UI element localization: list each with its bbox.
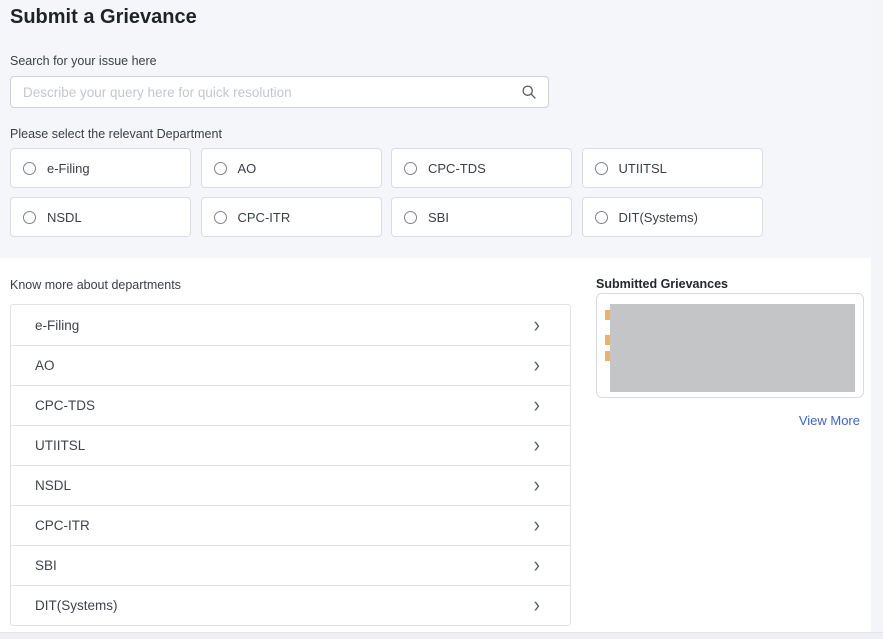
radio-button[interactable]: [23, 211, 36, 224]
chevron-right-icon: ›: [534, 475, 540, 497]
department-option-dit-systems[interactable]: DIT(Systems): [582, 197, 763, 237]
department-info-label: SBI: [35, 558, 57, 573]
department-select-label: Please select the relevant Department: [10, 127, 222, 141]
radio-button[interactable]: [404, 211, 417, 224]
department-option-label: AO: [238, 161, 257, 176]
redaction-highlight-mark: [605, 310, 610, 320]
submitted-grievances-title: Submitted Grievances: [596, 277, 728, 291]
search-icon[interactable]: [521, 84, 537, 100]
department-option-label: DIT(Systems): [619, 210, 698, 225]
radio-button[interactable]: [595, 162, 608, 175]
department-option-label: e-Filing: [47, 161, 90, 176]
radio-button[interactable]: [404, 162, 417, 175]
chevron-right-icon: ›: [534, 355, 540, 377]
department-info-label: e-Filing: [35, 318, 79, 333]
department-info-row-cpc-itr[interactable]: CPC-ITR ›: [11, 505, 570, 545]
chevron-right-icon: ›: [534, 515, 540, 537]
department-option-sbi[interactable]: SBI: [391, 197, 572, 237]
scrollbar-track[interactable]: [871, 0, 883, 639]
chevron-right-icon: ›: [534, 555, 540, 577]
department-info-row-sbi[interactable]: SBI ›: [11, 545, 570, 585]
radio-button[interactable]: [23, 162, 36, 175]
department-info-row-dit-systems[interactable]: DIT(Systems) ›: [11, 585, 570, 625]
chevron-right-icon: ›: [534, 314, 540, 336]
department-option-utiitsl[interactable]: UTIITSL: [582, 148, 763, 188]
submitted-grievances-card: [596, 293, 864, 398]
submit-grievance-page: Submit a Grievance Search for your issue…: [0, 0, 883, 639]
department-info-label: CPC-TDS: [35, 398, 95, 413]
redacted-content-block: [610, 304, 855, 392]
department-info-row-utiitsl[interactable]: UTIITSL ›: [11, 425, 570, 465]
redaction-highlight-mark: [605, 351, 610, 361]
radio-button[interactable]: [595, 211, 608, 224]
radio-button[interactable]: [214, 162, 227, 175]
department-info-label: NSDL: [35, 478, 71, 493]
department-option-nsdl[interactable]: NSDL: [10, 197, 191, 237]
chevron-right-icon: ›: [534, 595, 540, 617]
department-info-label: CPC-ITR: [35, 518, 90, 533]
grievance-form-section: Submit a Grievance Search for your issue…: [0, 0, 883, 258]
department-option-cpc-itr[interactable]: CPC-ITR: [201, 197, 382, 237]
department-info-row-e-filing[interactable]: e-Filing ›: [11, 305, 570, 345]
chevron-right-icon: ›: [534, 435, 540, 457]
view-more-link[interactable]: View More: [596, 413, 860, 428]
department-option-label: SBI: [428, 210, 449, 225]
department-option-label: CPC-TDS: [428, 161, 486, 176]
department-info-list: e-Filing › AO › CPC-TDS › UTIITSL › NSDL…: [10, 304, 571, 626]
search-field-label: Search for your issue here: [10, 54, 157, 68]
department-option-ao[interactable]: AO: [201, 148, 382, 188]
department-radio-grid: e-Filing AO CPC-TDS UTIITSL NSDL CPC-ITR: [10, 148, 763, 237]
chevron-right-icon: ›: [534, 395, 540, 417]
redaction-highlight-mark: [605, 335, 610, 345]
department-option-cpc-tds[interactable]: CPC-TDS: [391, 148, 572, 188]
page-title: Submit a Grievance: [10, 6, 197, 29]
radio-button[interactable]: [214, 211, 227, 224]
department-option-e-filing[interactable]: e-Filing: [10, 148, 191, 188]
department-option-label: UTIITSL: [619, 161, 667, 176]
footer-strip: [0, 632, 883, 639]
department-info-row-nsdl[interactable]: NSDL ›: [11, 465, 570, 505]
department-info-row-cpc-tds[interactable]: CPC-TDS ›: [11, 385, 570, 425]
department-info-label: DIT(Systems): [35, 598, 118, 613]
search-input[interactable]: [10, 76, 549, 108]
department-info-label: UTIITSL: [35, 438, 85, 453]
department-option-label: CPC-ITR: [238, 210, 291, 225]
know-more-label: Know more about departments: [10, 278, 181, 292]
department-info-row-ao[interactable]: AO ›: [11, 345, 570, 385]
department-info-label: AO: [35, 358, 55, 373]
search-box: [10, 76, 549, 108]
department-option-label: NSDL: [47, 210, 82, 225]
